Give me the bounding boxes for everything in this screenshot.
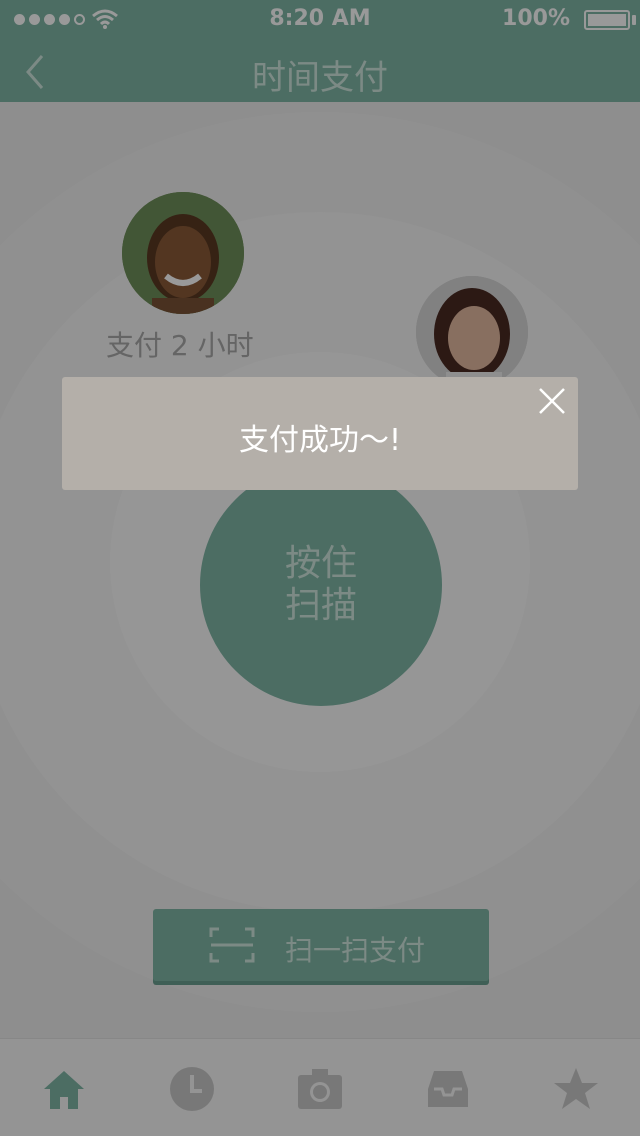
modal-overlay[interactable] [0,0,640,1136]
close-icon[interactable] [534,383,570,419]
success-toast: 支付成功～! [62,377,578,490]
screen: 8:20 AM 100% 时间支付 支付 2 小时 按住 扫描 扫一扫支付 支付… [0,0,640,1136]
toast-message: 支付成功～! [238,423,402,458]
